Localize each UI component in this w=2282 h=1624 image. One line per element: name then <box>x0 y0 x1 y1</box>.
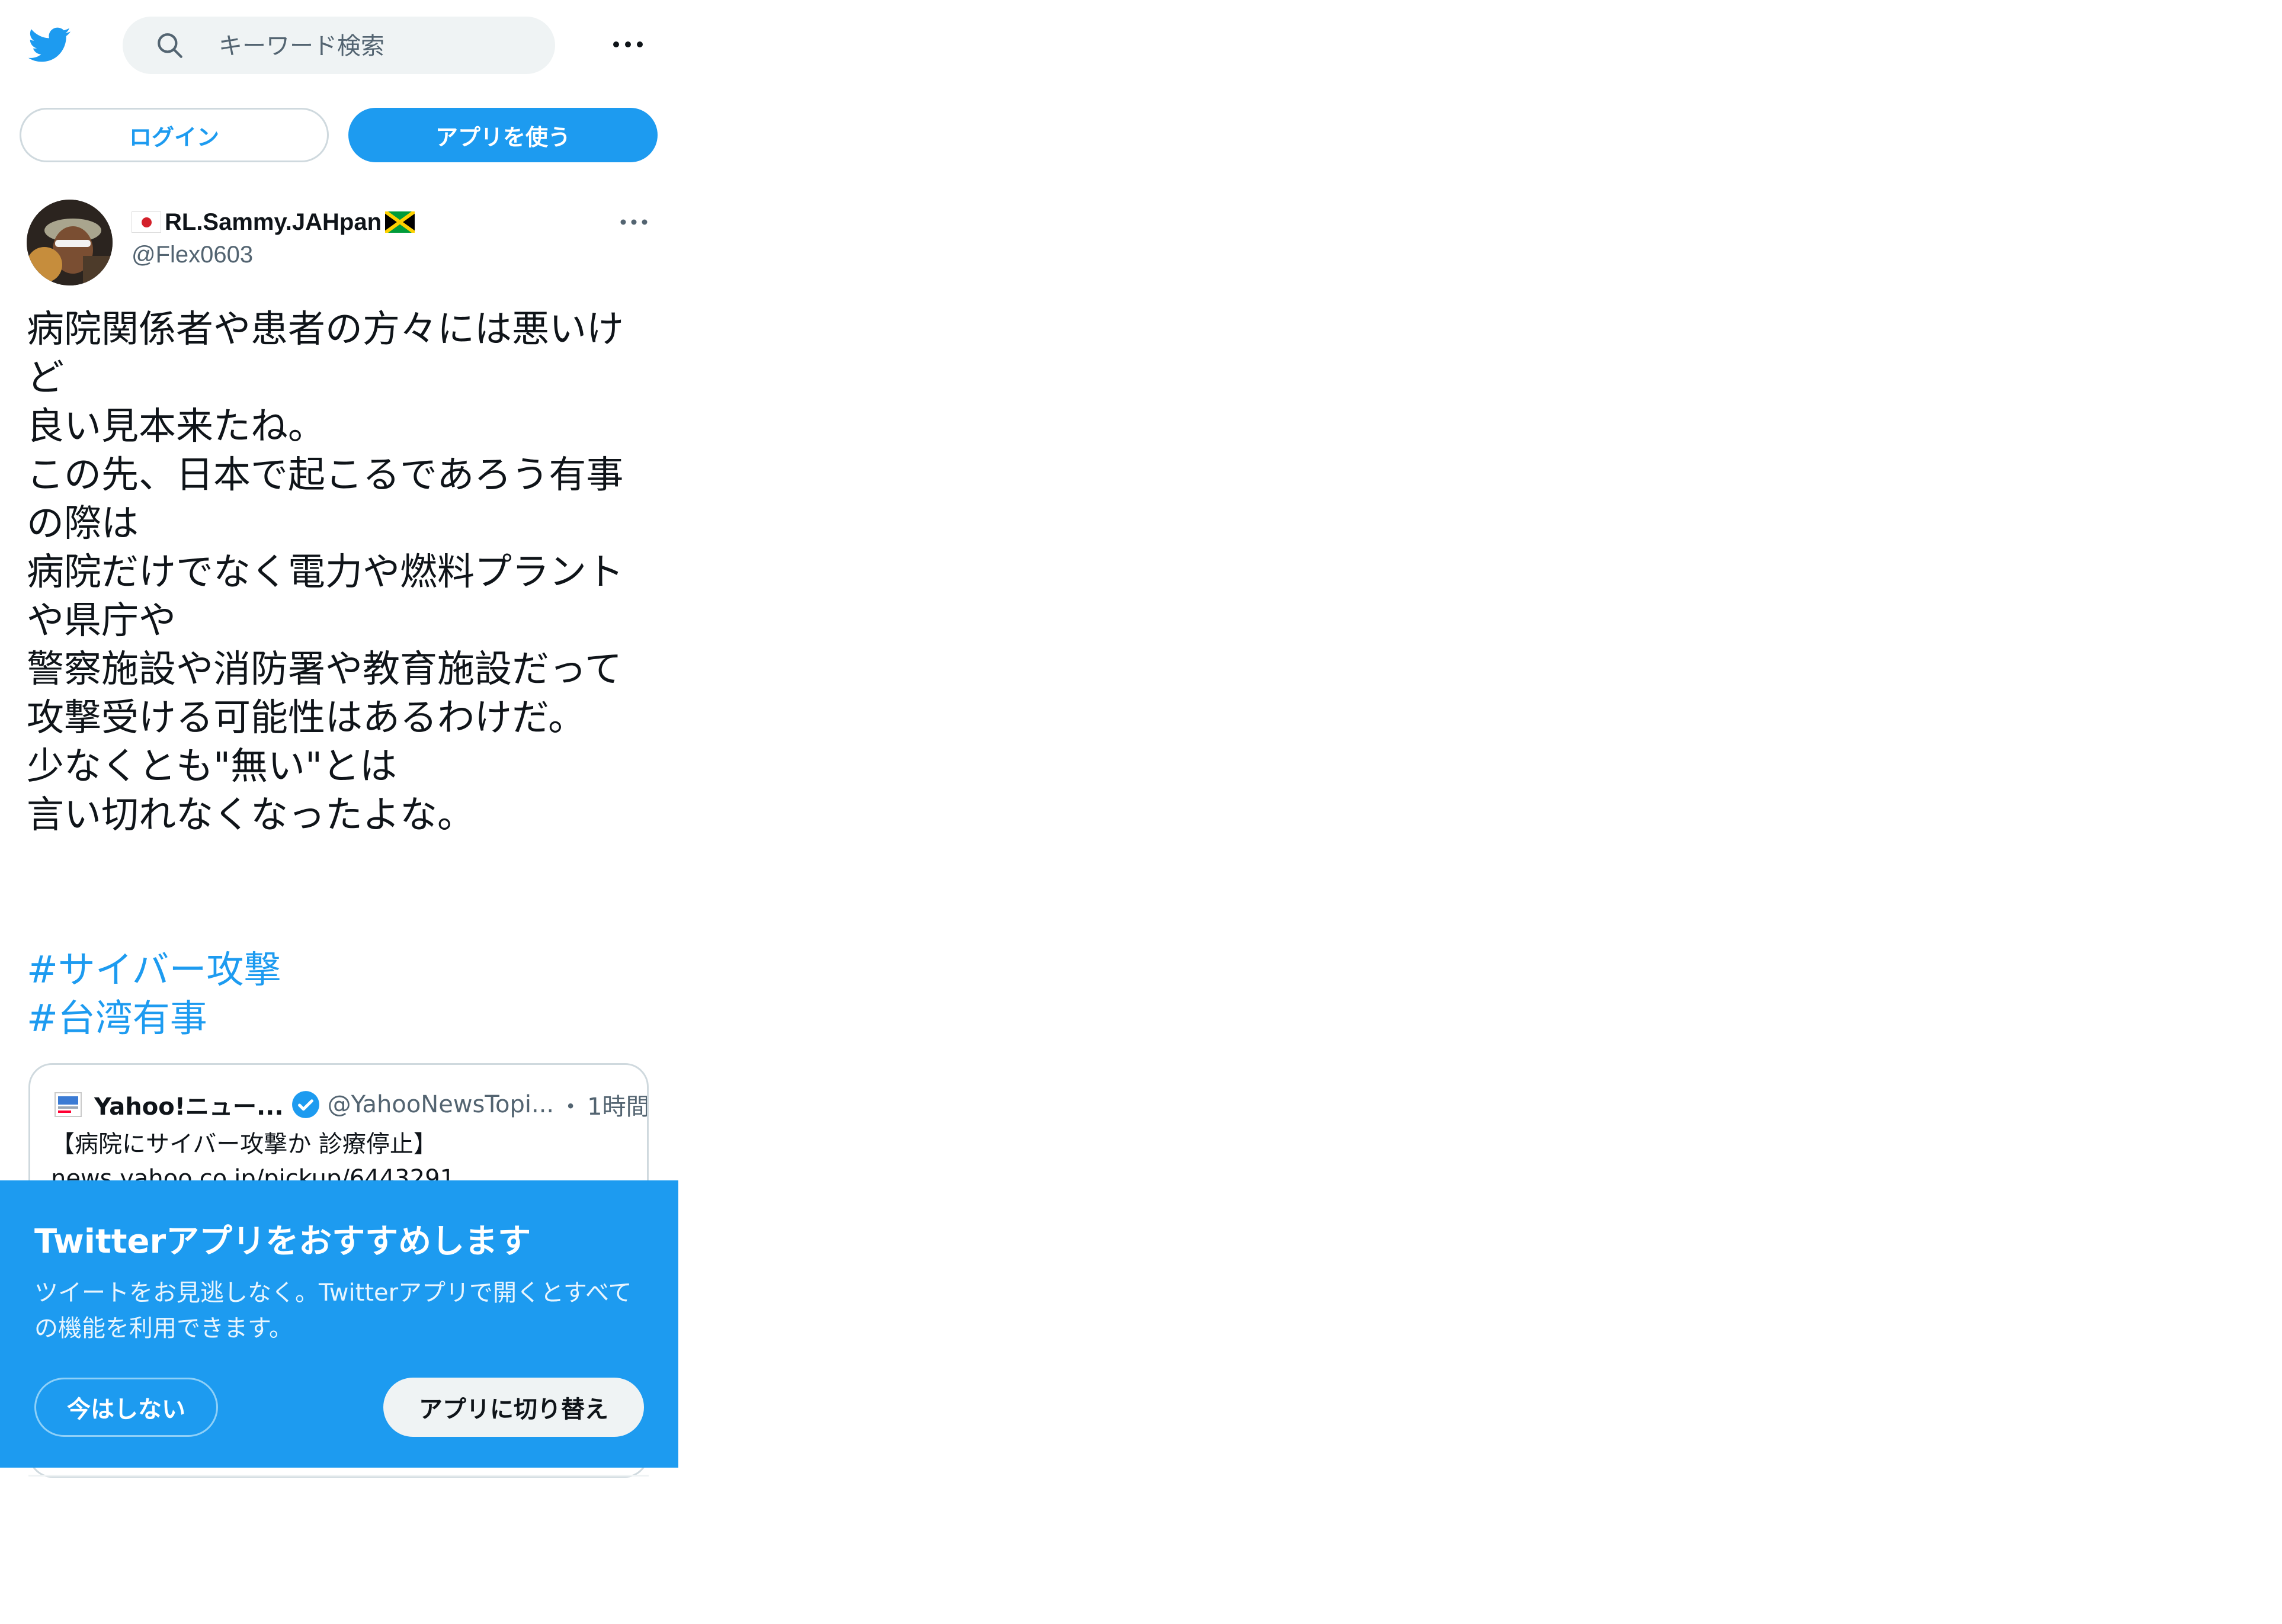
promo-description: ツイートをお見逃しなく。Twitterアプリで開くとすべての機能を利用できます。 <box>34 1279 632 1342</box>
verified-badge-icon <box>291 1091 319 1118</box>
app-promo-banner: Twitterアプリをおすすめします ツイートをお見逃しなく。Twitterアプ… <box>0 1180 678 1468</box>
hashtag-link[interactable]: #台湾有事 <box>27 994 281 1043</box>
separator-dot: ・ <box>559 1093 583 1121</box>
search-bar[interactable] <box>123 17 555 75</box>
quoted-tweet-header: Yahoo!ニュー... @YahooNewsTopi... ・ 1時間 <box>54 1087 647 1122</box>
quoted-author-handle[interactable]: @YahooNewsTopi... <box>328 1091 555 1118</box>
use-app-button[interactable]: アプリを使う <box>348 108 658 162</box>
promo-title: Twitterアプリをおすすめします <box>34 1222 531 1261</box>
more-horizontal-icon[interactable] <box>610 33 646 56</box>
tweet-text: 病院関係者や患者の方々には悪いけど 良い見本来たね。 この先、日本で起こるであろ… <box>27 307 624 836</box>
author-handle[interactable]: @Flex0603 <box>132 242 253 268</box>
avatar-photo <box>27 200 113 285</box>
author-name-row[interactable]: RL.Sammy.JAHpan <box>132 206 415 239</box>
jamaica-flag-icon <box>385 211 415 233</box>
twitter-bird-icon[interactable] <box>27 23 71 67</box>
japan-flag-icon <box>132 211 161 233</box>
login-button[interactable]: ログイン <box>20 108 329 162</box>
quoted-author-name[interactable]: Yahoo!ニュー... <box>94 1087 284 1122</box>
author-avatar[interactable] <box>27 200 113 285</box>
quoted-timestamp[interactable]: 1時間 <box>587 1087 647 1122</box>
switch-to-app-button[interactable]: アプリに切り替え <box>383 1378 644 1437</box>
hashtag-link[interactable]: #サイバー攻撃 <box>27 946 281 994</box>
tweet-more-icon[interactable] <box>616 213 652 231</box>
top-bar <box>0 0 678 89</box>
mobile-page: ログイン アプリを使う RL.Sammy.JAHpan @Flex0603 病院… <box>0 0 678 1624</box>
hashtag-list: #サイバー攻撃 #台湾有事 <box>27 946 281 1043</box>
yahoo-news-avatar-icon <box>55 1092 82 1117</box>
search-input[interactable] <box>217 17 540 75</box>
author-display-name[interactable]: RL.Sammy.JAHpan <box>165 209 382 236</box>
divider <box>28 1475 649 1477</box>
search-icon <box>158 33 182 58</box>
not-now-button[interactable]: 今はしない <box>34 1378 218 1437</box>
